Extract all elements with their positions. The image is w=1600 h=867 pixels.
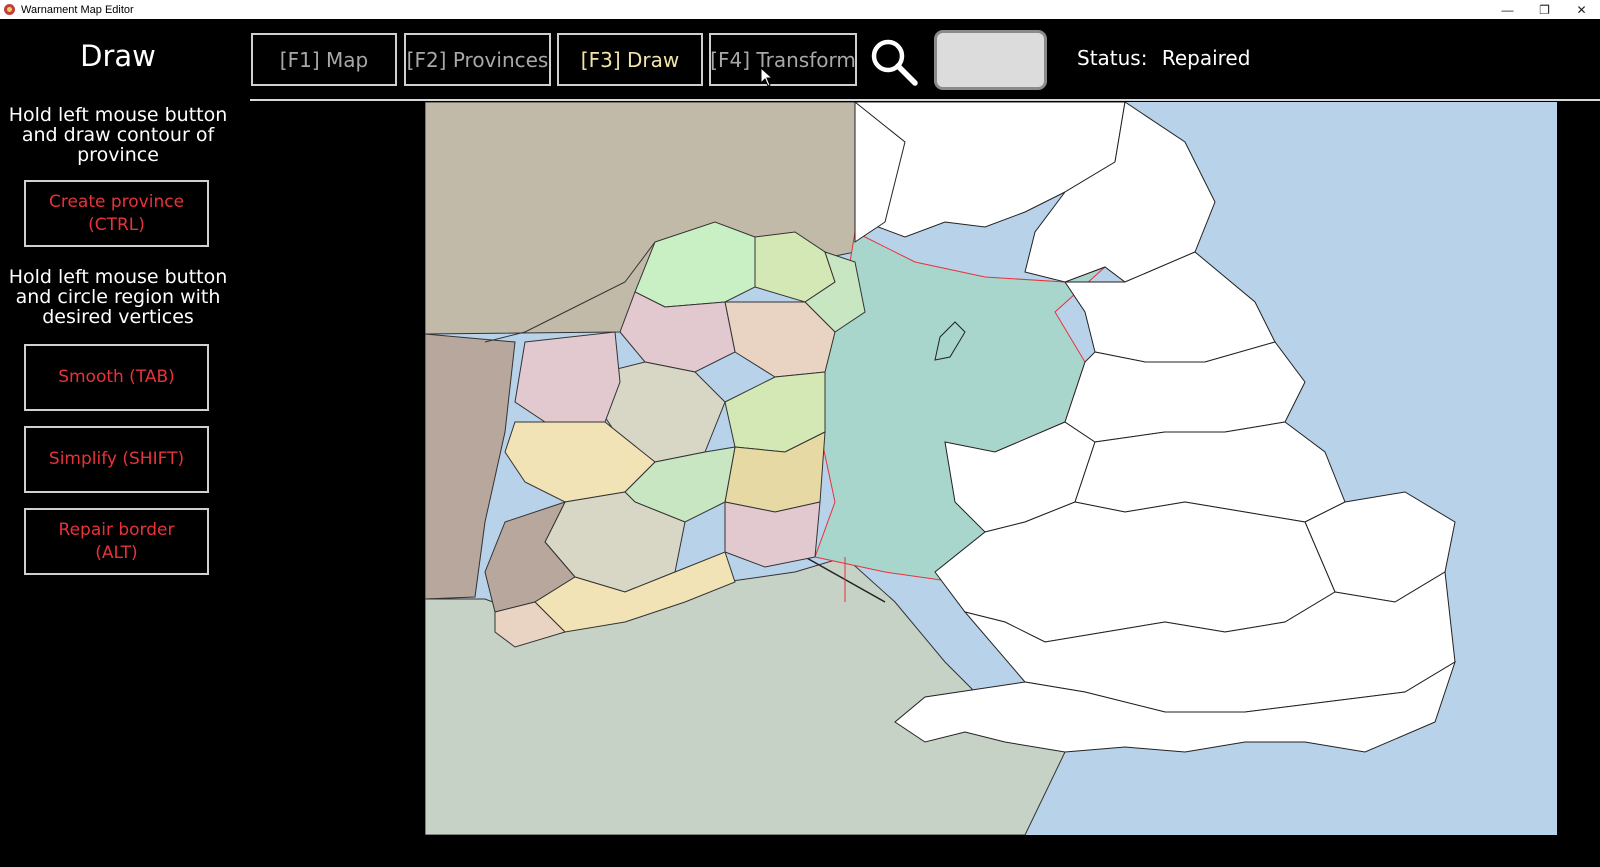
- selected-color-swatch[interactable]: [934, 30, 1047, 90]
- magnifier-icon[interactable]: [868, 36, 920, 88]
- window-titlebar: Warnament Map Editor — ❐ ✕: [0, 0, 1600, 19]
- create-province-button[interactable]: Create province (CTRL): [24, 180, 209, 247]
- mouse-pointer-icon: [760, 67, 774, 87]
- app-icon: [4, 4, 15, 15]
- app-area: Draw Hold left mouse button and draw con…: [0, 19, 1600, 867]
- close-button[interactable]: ✕: [1563, 0, 1600, 19]
- status-value: Repaired: [1161, 46, 1251, 70]
- tab-transform[interactable]: [F4] Transform: [709, 33, 857, 86]
- status-label: Status:: [1077, 46, 1148, 70]
- repair-border-shortcut: (ALT): [95, 542, 138, 563]
- draw-instruction: Hold left mouse button and draw contour …: [8, 104, 228, 166]
- create-province-shortcut: (CTRL): [88, 214, 145, 235]
- simplify-label: Simplify (SHIFT): [48, 449, 185, 469]
- repair-border-button[interactable]: Repair border (ALT): [24, 508, 209, 575]
- simplify-button[interactable]: Simplify (SHIFT): [24, 426, 209, 493]
- smooth-button[interactable]: Smooth (TAB): [24, 344, 209, 411]
- status-display: Status: Repaired: [1077, 46, 1250, 70]
- circle-instruction: Hold left mouse button and circle region…: [8, 266, 228, 328]
- tab-map[interactable]: [F1] Map: [251, 33, 397, 86]
- maximize-button[interactable]: ❐: [1526, 0, 1563, 19]
- repair-border-label: Repair border: [58, 519, 175, 540]
- smooth-label: Smooth (TAB): [58, 367, 175, 387]
- tab-provinces[interactable]: [F2] Provinces: [404, 33, 551, 86]
- minimize-button[interactable]: —: [1489, 0, 1526, 19]
- toolbar-divider: [250, 99, 1600, 101]
- create-province-label: Create province: [48, 191, 185, 212]
- window-controls: — ❐ ✕: [1489, 0, 1600, 19]
- window-title: Warnament Map Editor: [21, 3, 134, 16]
- map-svg[interactable]: [425, 102, 1557, 835]
- map-canvas[interactable]: [425, 102, 1557, 835]
- sidebar-title: Draw: [80, 39, 156, 73]
- tab-draw[interactable]: [F3] Draw: [557, 33, 703, 86]
